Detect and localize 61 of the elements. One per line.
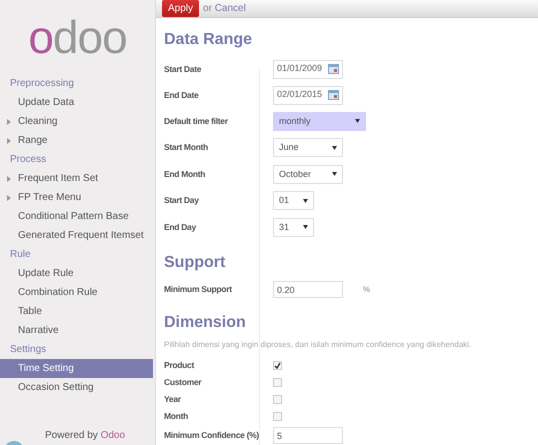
logo: odoo — [28, 14, 127, 60]
input-field[interactable]: 5 — [273, 427, 343, 444]
field-label: Year — [164, 392, 182, 406]
section-heading: Process — [9, 153, 48, 167]
apply-button[interactable]: Apply — [162, 0, 200, 17]
field-label: End Day — [164, 220, 198, 234]
dropdown-arrow-icon[interactable] — [332, 172, 337, 176]
select-field[interactable]: October — [273, 164, 343, 184]
section-heading: Rule — [9, 248, 32, 262]
unit-text: % — [363, 284, 370, 296]
sidebar-item[interactable]: FP Tree Menu — [0, 188, 155, 207]
field-label: Default time filter — [164, 114, 229, 128]
section-title: Data Range — [164, 30, 254, 50]
select-field[interactable]: 31 — [273, 218, 314, 237]
sidebar-item[interactable]: Range — [0, 131, 155, 150]
date-field[interactable]: 02/01/2015 — [273, 86, 343, 104]
sidebar-item[interactable]: Combination Rule — [0, 283, 155, 302]
expand-arrow-icon[interactable] — [7, 194, 11, 200]
dropdown-arrow-icon[interactable] — [303, 198, 308, 203]
select-field[interactable]: monthly — [273, 112, 366, 131]
sidebar-item[interactable]: Generated Frequent Itemset — [0, 226, 155, 245]
checkbox[interactable] — [273, 360, 282, 370]
description-text: Pilihlah dimensi yang ingin diproses, dan isilah minimum confidence yang dikehendaki. — [164, 338, 472, 350]
dropdown-arrow-icon[interactable] — [355, 119, 360, 124]
sidebar-item[interactable]: Table — [0, 302, 155, 321]
dropdown-arrow-icon[interactable] — [303, 225, 308, 230]
field-label: Start Date — [164, 62, 202, 76]
field-label: End Month — [164, 168, 206, 181]
input-field[interactable]: 0.20 — [273, 281, 343, 298]
field-label: Minimum Confidence (%) — [164, 429, 260, 442]
cancel-link[interactable]: Cancel — [214, 3, 246, 14]
powered-by-text: Powered by Odoo — [45, 429, 126, 443]
sidebar-item[interactable]: Frequent Item Set — [0, 169, 155, 188]
calendar-icon[interactable] — [328, 64, 339, 74]
field-label: Start Day — [164, 194, 200, 208]
section-heading: Preprocessing — [9, 77, 75, 91]
sidebar-item[interactable]: Narrative — [0, 321, 155, 340]
sidebar-item[interactable]: Conditional Pattern Base — [0, 207, 155, 226]
section-title: Dimension — [164, 312, 247, 332]
sidebar-item[interactable]: Occasion Setting — [0, 378, 155, 397]
field-label: Minimum Support — [164, 283, 233, 296]
date-field[interactable]: 01/01/2009 — [273, 60, 343, 78]
sidebar-item[interactable]: Update Rule — [0, 264, 155, 283]
expand-arrow-icon[interactable] — [7, 118, 11, 124]
dropdown-arrow-icon[interactable] — [332, 146, 337, 150]
field-label: End Date — [164, 88, 200, 102]
calendar-icon[interactable] — [328, 90, 339, 100]
section-heading: Settings — [9, 343, 48, 357]
field-label: Product — [164, 358, 196, 372]
field-label: Month — [164, 410, 189, 422]
expand-arrow-icon[interactable] — [7, 176, 11, 182]
select-field[interactable]: 01 — [273, 191, 314, 210]
sidebar-item[interactable]: Update Data — [0, 93, 155, 112]
sidebar-item[interactable]: Cleaning — [0, 112, 155, 131]
section-title: Support — [164, 252, 226, 272]
field-label: Customer — [164, 376, 202, 388]
select-field[interactable]: June — [273, 138, 343, 158]
field-label: Start Month — [164, 141, 209, 154]
expand-arrow-icon[interactable] — [7, 138, 11, 144]
or-cancel-text: or Cancel — [203, 2, 246, 16]
sidebar-item[interactable]: Time Setting — [0, 359, 153, 378]
